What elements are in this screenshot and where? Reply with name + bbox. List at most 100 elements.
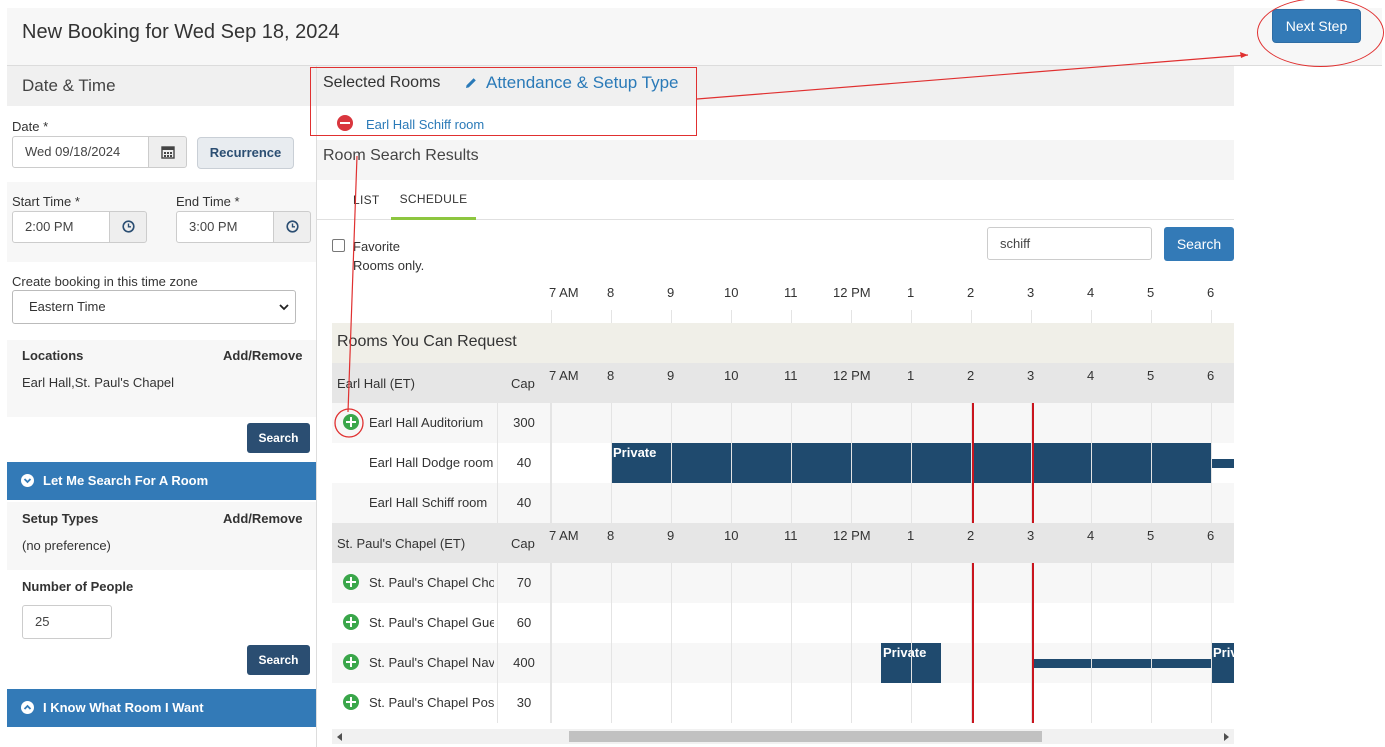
hour-gridline xyxy=(791,483,792,523)
room-capacity: 400 xyxy=(513,655,535,670)
scroll-left-icon xyxy=(337,733,342,741)
tab-list[interactable]: LIST xyxy=(353,193,380,207)
hour-label: 8 xyxy=(607,285,615,300)
add-icon[interactable] xyxy=(343,694,359,710)
room-name[interactable]: St. Paul's Chapel Nave xyxy=(369,655,494,670)
calendar-button[interactable] xyxy=(148,136,187,168)
setup-types-add-remove-link[interactable]: Add/Remove xyxy=(223,511,302,526)
locations-add-remove-link[interactable]: Add/Remove xyxy=(223,348,302,363)
selected-time-marker xyxy=(972,403,974,523)
hour-tick xyxy=(731,310,732,323)
favorite-label-line1: Favorite xyxy=(353,239,400,254)
hour-gridline xyxy=(851,603,852,643)
end-time-input[interactable]: 3:00 PM xyxy=(176,211,274,243)
search-button-2[interactable]: Search xyxy=(247,645,310,675)
hour-gridline xyxy=(911,443,912,483)
date-time-heading: Date & Time xyxy=(7,66,316,106)
room-search-input[interactable]: schiff xyxy=(987,227,1152,260)
hour-gridline xyxy=(731,443,732,483)
selected-time-marker xyxy=(1032,403,1034,523)
hour-gridline xyxy=(851,563,852,603)
tab-schedule[interactable]: SCHEDULE xyxy=(391,184,476,220)
hour-label: 8 xyxy=(607,528,615,543)
favorite-label-line2: Rooms only. xyxy=(353,258,425,273)
hour-gridline xyxy=(731,483,732,523)
hour-gridline xyxy=(851,643,852,683)
room-search-button[interactable]: Search xyxy=(1164,227,1234,261)
add-icon[interactable] xyxy=(343,574,359,590)
start-time-input[interactable]: 2:00 PM xyxy=(12,211,110,243)
hour-gridline xyxy=(851,683,852,723)
room-capacity: 30 xyxy=(516,695,532,710)
recurrence-button[interactable]: Recurrence xyxy=(197,137,294,169)
hour-tick xyxy=(971,310,972,323)
hour-gridline xyxy=(671,443,672,483)
search-button[interactable]: Search xyxy=(247,423,310,453)
cap-divider xyxy=(497,643,498,683)
hour-gridline xyxy=(611,603,612,643)
hour-gridline xyxy=(791,443,792,483)
hour-gridline xyxy=(1091,563,1092,603)
hour-gridline xyxy=(731,403,732,443)
hour-gridline xyxy=(551,443,552,483)
start-time-picker-button[interactable] xyxy=(109,211,147,243)
hour-label: 9 xyxy=(667,528,675,543)
add-icon[interactable] xyxy=(343,414,359,430)
locations-label: Locations xyxy=(22,348,84,363)
schedule-grid: 7 AM 8 9 10 11 12 PM 1 2 3 4 5 6 Rooms You Can Reque… xyxy=(332,280,1234,730)
let-me-search-toggle[interactable]: Let Me Search For A Room xyxy=(7,462,316,500)
hour-gridline xyxy=(671,683,672,723)
booked-event[interactable]: Private xyxy=(1211,643,1234,683)
hour-label: 11 xyxy=(784,285,798,300)
number-of-people-input[interactable]: 25 xyxy=(22,605,112,639)
room-name[interactable]: St. Paul's Chapel Guest xyxy=(369,615,494,630)
building-header-row xyxy=(332,523,1234,563)
hour-label: 4 xyxy=(1087,528,1095,543)
end-time-picker-button[interactable] xyxy=(273,211,311,243)
hour-label: 4 xyxy=(1087,285,1095,300)
room-capacity: 300 xyxy=(513,415,535,430)
cap-divider xyxy=(497,563,498,603)
hour-label: 7 AM xyxy=(549,528,579,543)
hour-label: 9 xyxy=(667,285,675,300)
add-icon[interactable] xyxy=(343,654,359,670)
hour-label: 7 AM xyxy=(549,368,579,383)
booked-event[interactable] xyxy=(1211,459,1234,468)
end-time-label: End Time * xyxy=(176,194,240,209)
room-name[interactable]: Earl Hall Dodge room xyxy=(369,455,494,470)
room-name[interactable]: St. Paul's Chapel Post xyxy=(369,695,494,710)
hour-gridline xyxy=(1211,683,1212,723)
i-know-room-toggle[interactable]: I Know What Room I Want xyxy=(7,689,316,727)
hour-gridline xyxy=(791,403,792,443)
scroll-thumb[interactable] xyxy=(569,731,1042,742)
hour-gridline xyxy=(1091,483,1092,523)
room-name[interactable]: Earl Hall Auditorium xyxy=(369,415,494,430)
add-icon[interactable] xyxy=(343,614,359,630)
hour-gridline xyxy=(551,403,552,443)
selected-time-marker xyxy=(1032,563,1034,723)
hour-gridline xyxy=(1211,563,1212,603)
hour-label: 6 xyxy=(1207,285,1215,300)
hour-tick xyxy=(911,310,912,323)
hour-gridline xyxy=(1211,603,1212,643)
hour-label: 7 AM xyxy=(549,285,579,300)
booked-event[interactable] xyxy=(1031,659,1211,668)
annotation-ellipse xyxy=(1257,0,1384,67)
i-know-room-label: I Know What Room I Want xyxy=(43,700,204,715)
timezone-select[interactable]: Eastern Time xyxy=(12,290,296,324)
room-capacity: 40 xyxy=(516,495,532,510)
hour-gridline xyxy=(1151,643,1152,683)
favorite-checkbox[interactable] xyxy=(332,239,345,252)
hour-gridline xyxy=(1211,643,1212,683)
hour-gridline xyxy=(551,483,552,523)
locations-value: Earl Hall,St. Paul's Chapel xyxy=(22,375,175,390)
hour-label: 2 xyxy=(967,528,975,543)
hour-gridline xyxy=(791,563,792,603)
room-name[interactable]: Earl Hall Schiff room xyxy=(369,495,494,510)
rooms-you-can-request-title: Rooms You Can Request xyxy=(337,333,517,350)
chevron-down-icon xyxy=(279,304,289,311)
date-input[interactable]: Wed 09/18/2024 xyxy=(12,136,149,168)
room-name[interactable]: St. Paul's Chapel Choir xyxy=(369,575,494,590)
building-header-row xyxy=(332,363,1234,403)
clock-icon xyxy=(121,220,135,233)
